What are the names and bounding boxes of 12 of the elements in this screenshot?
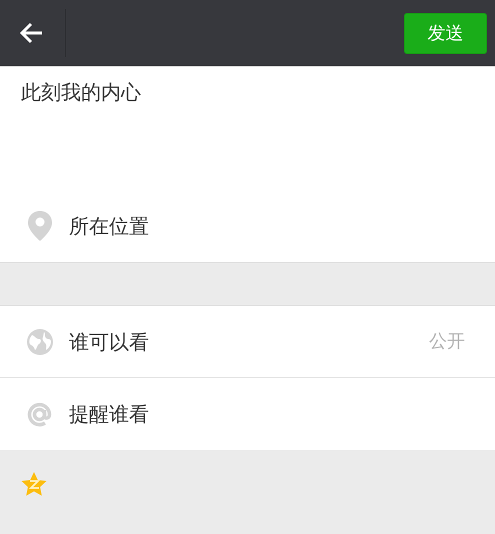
row-value: 公开 [429, 330, 465, 354]
back-icon[interactable] [20, 22, 44, 44]
row-label: 提醒谁看 [69, 401, 150, 428]
at-sign-icon [26, 400, 53, 428]
list-row[interactable]: 所在位置 [0, 190, 495, 262]
list-row[interactable]: 谁可以看 公开 [0, 306, 495, 378]
globe-icon [26, 328, 52, 354]
row-label: 谁可以看 [69, 328, 150, 356]
location-pin-icon [28, 211, 52, 241]
row-label: 所在位置 [69, 213, 150, 240]
star-icon[interactable] [21, 472, 47, 497]
list-row[interactable]: 提醒谁看 [0, 378, 495, 450]
